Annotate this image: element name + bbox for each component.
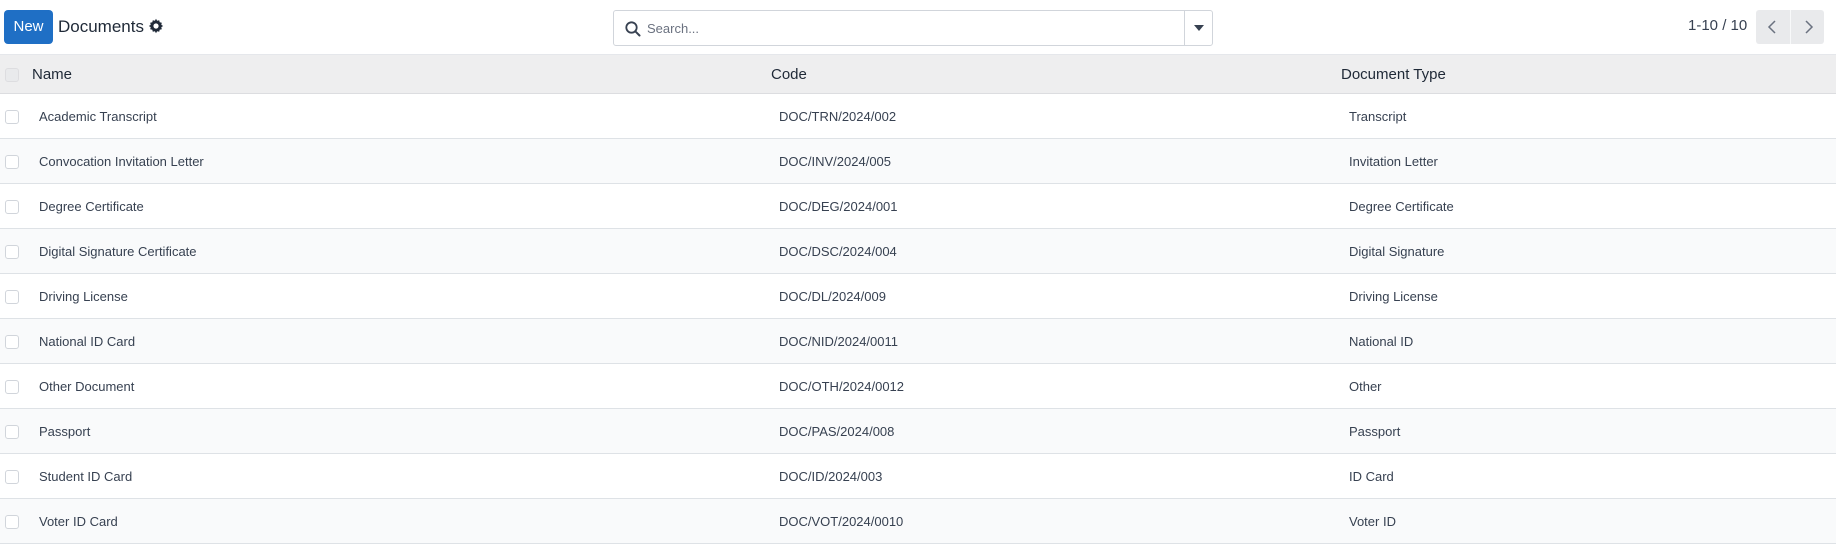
row-name: Digital Signature Certificate (39, 243, 197, 259)
select-all-checkbox[interactable] (5, 67, 19, 82)
row-checkbox[interactable] (5, 244, 19, 259)
row-document-type: National ID (1349, 333, 1414, 349)
row-name: Driving License (39, 288, 128, 304)
row-code: DOC/TRN/2024/002 (779, 108, 897, 124)
row-name: Voter ID Card (39, 513, 118, 529)
row-document-type: Driving License (1349, 288, 1438, 304)
row-document-type: Other (1349, 378, 1382, 394)
row-checkbox[interactable] (5, 289, 19, 304)
documents-list-table: Name Code Document Type Academic Transcr… (0, 54, 1836, 544)
row-document-type: Degree Certificate (1349, 198, 1454, 214)
row-code: DOC/VOT/2024/0010 (779, 513, 904, 529)
row-document-type: Invitation Letter (1349, 153, 1438, 169)
table-row[interactable]: Degree Certificate DOC/DEG/2024/001 Degr… (0, 184, 1836, 229)
search-box (613, 10, 1213, 46)
chevron-left-icon (1767, 20, 1776, 34)
page-title: Documents (58, 17, 144, 36)
table-row[interactable]: Digital Signature Certificate DOC/DSC/20… (0, 228, 1836, 274)
column-header-name[interactable]: Name (28, 55, 771, 94)
select-all-cell (0, 55, 28, 94)
row-document-type: Passport (1349, 423, 1401, 439)
pager-previous-button[interactable] (1756, 10, 1790, 44)
row-document-type: Voter ID (1349, 513, 1396, 529)
row-checkbox[interactable] (5, 334, 19, 349)
caret-down-icon (1194, 25, 1204, 31)
row-code: DOC/DSC/2024/004 (779, 243, 897, 259)
control-panel: New Documents 1-10 / 10 (0, 0, 1836, 54)
table-row[interactable]: National ID Card DOC/NID/2024/0011 Natio… (0, 318, 1836, 364)
row-code: DOC/OTH/2024/0012 (779, 378, 905, 394)
row-checkbox[interactable] (5, 154, 19, 169)
row-name: Passport (39, 423, 91, 439)
row-name: Convocation Invitation Letter (39, 153, 204, 169)
row-name: National ID Card (39, 333, 136, 349)
new-button[interactable]: New (4, 10, 53, 44)
row-checkbox[interactable] (5, 469, 19, 484)
row-checkbox[interactable] (5, 109, 19, 124)
row-document-type: Transcript (1349, 108, 1407, 124)
row-checkbox[interactable] (5, 199, 19, 214)
search-icon (624, 20, 642, 38)
row-code: DOC/PAS/2024/008 (779, 423, 895, 439)
column-header-document-type[interactable]: Document Type (1341, 55, 1836, 94)
row-code: DOC/DL/2024/009 (779, 288, 886, 304)
row-checkbox[interactable] (5, 379, 19, 394)
table-row[interactable]: Convocation Invitation Letter DOC/INV/20… (0, 138, 1836, 184)
row-code: DOC/DEG/2024/001 (779, 198, 898, 214)
table-row[interactable]: Passport DOC/PAS/2024/008 Passport (0, 408, 1836, 454)
row-name: Academic Transcript (39, 108, 157, 124)
row-document-type: Digital Signature (1349, 243, 1445, 259)
row-name: Degree Certificate (39, 198, 144, 214)
row-document-type: ID Card (1349, 468, 1394, 484)
pager-next-button[interactable] (1790, 10, 1824, 44)
row-code: DOC/NID/2024/0011 (779, 333, 898, 349)
table-row[interactable]: Academic Transcript DOC/TRN/2024/002 Tra… (0, 94, 1836, 139)
row-checkbox[interactable] (5, 424, 19, 439)
row-name: Student ID Card (39, 468, 133, 484)
table-header: Name Code Document Type (0, 54, 1836, 94)
table-row[interactable]: Student ID Card DOC/ID/2024/003 ID Card (0, 454, 1836, 499)
row-code: DOC/INV/2024/005 (779, 153, 892, 169)
row-code: DOC/ID/2024/003 (779, 468, 883, 484)
table-row[interactable]: Other Document DOC/OTH/2024/0012 Other (0, 364, 1836, 409)
search-options-toggle[interactable] (1184, 11, 1212, 45)
row-name: Other Document (39, 378, 135, 394)
table-row[interactable]: Driving License DOC/DL/2024/009 Driving … (0, 274, 1836, 319)
chevron-right-icon (1805, 20, 1814, 34)
row-checkbox[interactable] (5, 514, 19, 529)
table-row[interactable]: Voter ID Card DOC/VOT/2024/0010 Voter ID (0, 498, 1836, 544)
pager-value[interactable]: 1-10 / 10 (1688, 17, 1747, 35)
column-header-code[interactable]: Code (771, 55, 1341, 94)
gear-icon[interactable] (148, 18, 164, 34)
search-input[interactable] (647, 12, 1177, 44)
